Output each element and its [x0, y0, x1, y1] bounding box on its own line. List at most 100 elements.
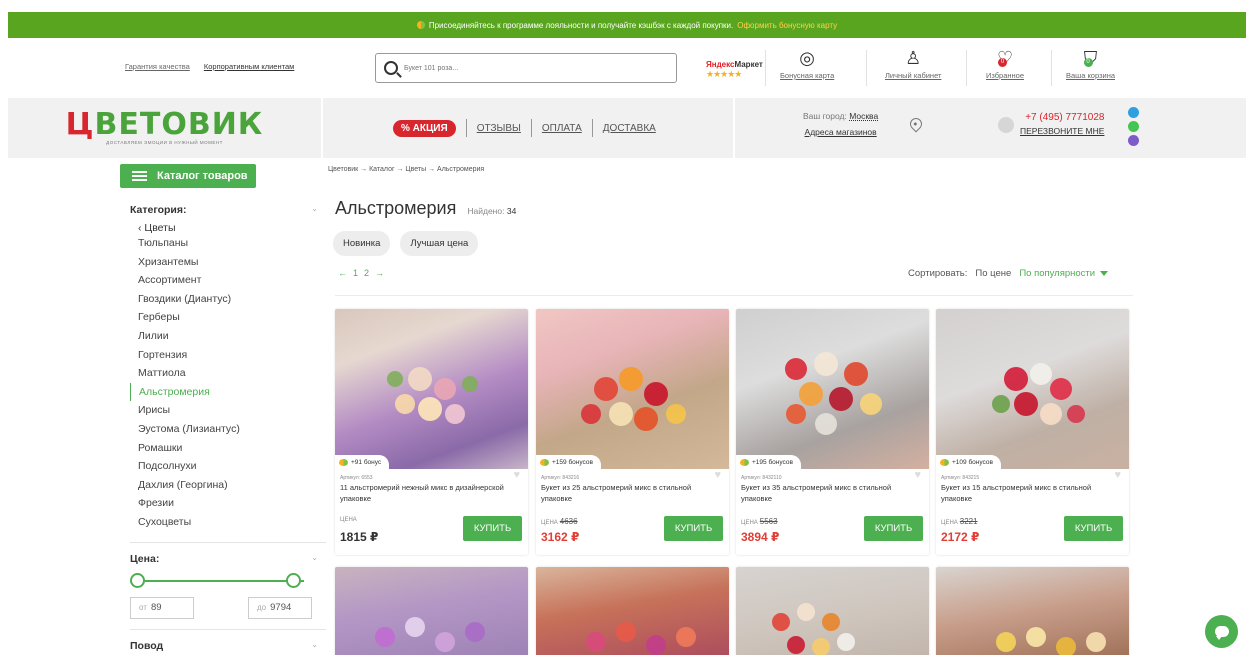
category-item[interactable]: Хризантемы	[130, 253, 326, 272]
product-name[interactable]: Букет из 15 альстромерий микс в стильной…	[936, 481, 1129, 505]
category-item[interactable]: Эустома (Лизиантус)	[130, 420, 326, 439]
category-item[interactable]: Маттиола	[130, 364, 326, 383]
product-name[interactable]: 11 альстромерий нежный микс в дизайнерск…	[335, 481, 528, 505]
chip-new[interactable]: Новинка	[333, 231, 391, 256]
buy-button[interactable]: КУПИТЬ	[664, 516, 723, 541]
product-image[interactable]: +91 бонус	[335, 309, 528, 469]
price-from-input[interactable]: от 89	[130, 596, 194, 619]
product-card[interactable]	[936, 567, 1129, 655]
callback-link[interactable]: ПЕРЕЗВОНИТЕ МНЕ	[1020, 126, 1104, 136]
category-item[interactable]: Гортензия	[130, 346, 326, 365]
product-card[interactable]: +195 бонусов ♥ Артикул: 8432110 Букет из…	[736, 309, 929, 555]
product-card[interactable]	[736, 567, 929, 655]
category-item[interactable]: Ирисы	[130, 401, 326, 420]
menu-payment[interactable]: ОПЛАТА	[542, 123, 582, 134]
whatsapp-icon[interactable]	[1128, 121, 1139, 132]
bouquet-illustration	[375, 617, 485, 652]
menu-delivery[interactable]: ДОСТАВКА	[603, 123, 656, 134]
category-filter-header[interactable]: Категория: ⌄	[130, 204, 326, 216]
pin-icon[interactable]	[907, 115, 925, 133]
pager-next[interactable]: →	[375, 268, 384, 278]
quality-link[interactable]: Гарантия качества	[125, 62, 190, 71]
account-button[interactable]: ♙ Личный кабинет	[885, 48, 941, 80]
product-image[interactable]: +109 бонусов	[936, 309, 1129, 469]
breadcrumb[interactable]: Цветовик → Каталог → Цветы → Альстромери…	[328, 166, 484, 173]
sort-by-popularity[interactable]: По популярности	[1019, 268, 1108, 279]
price-filter-header[interactable]: Цена: ⌄	[130, 553, 326, 565]
pager-page-1[interactable]: 1	[353, 268, 358, 278]
chevron-down-icon[interactable]: ⌄	[311, 204, 318, 216]
catalog-button-label: Каталог товаров	[157, 170, 248, 182]
category-item[interactable]: Сухоцветы	[130, 513, 326, 532]
sort-by-price[interactable]: По цене	[975, 268, 1011, 279]
category-item[interactable]: Ромашки	[130, 439, 326, 458]
slider-handle-min[interactable]	[130, 572, 145, 588]
catalog-button[interactable]: Каталог товаров	[120, 164, 256, 188]
corporate-link[interactable]: Корпоративным клиентам	[204, 62, 294, 71]
logo[interactable]: ЦВЕТОВИК ДОСТАВЛЯЕМ ЭМОЦИИ В НУЖНЫЙ МОМЕ…	[8, 98, 323, 158]
promo-link[interactable]: Оформить бонусную карту	[737, 21, 837, 30]
category-item[interactable]: Лилии	[130, 327, 326, 346]
product-image[interactable]: +195 бонусов	[736, 309, 929, 469]
product-image[interactable]	[536, 567, 729, 655]
search-box[interactable]	[375, 53, 677, 83]
page-title-text: Альстромерия	[335, 198, 457, 218]
category-item-active[interactable]: Альстромерия	[130, 382, 326, 402]
category-item[interactable]: Дахлия (Георгина)	[130, 476, 326, 495]
product-card[interactable]: +91 бонус ♥ Артикул: 6553 11 альстромери…	[335, 309, 528, 555]
product-image[interactable]	[335, 567, 528, 655]
buy-button[interactable]: КУПИТЬ	[864, 516, 923, 541]
yandex-market-rating[interactable]: ЯндексМаркет ★★★★★	[706, 60, 763, 80]
telegram-icon[interactable]	[1128, 107, 1139, 118]
menu-sale[interactable]: % АКЦИЯ	[393, 119, 456, 137]
category-item[interactable]: Тюльпаны	[130, 234, 326, 253]
viber-icon[interactable]	[1128, 135, 1139, 146]
search-input[interactable]	[404, 64, 654, 72]
chevron-down-icon[interactable]: ⌄	[311, 640, 318, 652]
phone-number[interactable]: +7 (495) 7771028	[1025, 112, 1104, 123]
chevron-down-icon[interactable]: ⌄	[311, 553, 318, 565]
product-card[interactable]	[536, 567, 729, 655]
category-item[interactable]: Ассортимент	[130, 271, 326, 290]
cart-button[interactable]: ⛉0 Ваша корзина	[1066, 48, 1115, 80]
search-icon[interactable]	[384, 61, 398, 75]
favorite-heart-icon[interactable]: ♥	[714, 469, 721, 481]
category-item[interactable]: Фрезии	[130, 494, 326, 513]
bonus-card-button[interactable]: ◎ Бонусная карта	[780, 48, 834, 80]
favorite-heart-icon[interactable]: ♥	[513, 469, 520, 481]
category-back[interactable]: ‹ Цветы	[130, 222, 326, 234]
chat-button[interactable]	[1205, 615, 1238, 648]
buy-button[interactable]: КУПИТЬ	[463, 516, 522, 541]
category-item[interactable]: Герберы	[130, 308, 326, 327]
category-item[interactable]: Подсолнухи	[130, 457, 326, 476]
product-name[interactable]: Букет из 25 альстромерий микс в стильной…	[536, 481, 729, 505]
header-top: Гарантия качества Корпоративным клиентам…	[8, 38, 1246, 98]
slider-track	[136, 579, 304, 582]
pager-page-2[interactable]: 2	[364, 268, 369, 278]
product-card[interactable]	[335, 567, 528, 655]
favorite-heart-icon[interactable]: ♥	[914, 469, 921, 481]
pager-prev[interactable]: ←	[338, 268, 347, 278]
buy-button[interactable]: КУПИТЬ	[1064, 516, 1123, 541]
favorites-button[interactable]: ♡0 Избранное	[986, 48, 1024, 80]
occasion-filter-header[interactable]: Повод ⌄	[130, 640, 326, 652]
product-name[interactable]: Букет из 35 альстромерий микс в стильной…	[736, 481, 929, 505]
product-image[interactable]	[936, 567, 1129, 655]
price-slider[interactable]	[130, 571, 326, 591]
city-value[interactable]: Москва	[849, 111, 878, 121]
favorite-heart-icon[interactable]: ♥	[1114, 469, 1121, 481]
city-selector[interactable]: Ваш город: Москва Адреса магазинов	[803, 111, 878, 137]
product-card[interactable]: +159 бонусов ♥ Артикул: 843216 Букет из …	[536, 309, 729, 555]
product-image[interactable]: +159 бонусов	[536, 309, 729, 469]
stores-link[interactable]: Адреса магазинов	[803, 127, 878, 137]
price-to-input[interactable]: до 9794	[248, 596, 312, 619]
phone-block[interactable]: +7 (495) 7771028 ПЕРЕЗВОНИТЕ МНЕ	[1020, 112, 1104, 136]
menu-reviews[interactable]: ОТЗЫВЫ	[477, 123, 521, 134]
product-card[interactable]: +109 бонусов ♥ Артикул: 843215 Букет из …	[936, 309, 1129, 555]
price-from-label: от	[139, 603, 147, 612]
product-image[interactable]	[736, 567, 929, 655]
chip-best-price[interactable]: Лучшая цена	[400, 231, 479, 256]
slider-handle-max[interactable]	[286, 572, 301, 588]
bouquet-illustration	[785, 352, 882, 435]
category-item[interactable]: Гвоздики (Диантус)	[130, 290, 326, 309]
